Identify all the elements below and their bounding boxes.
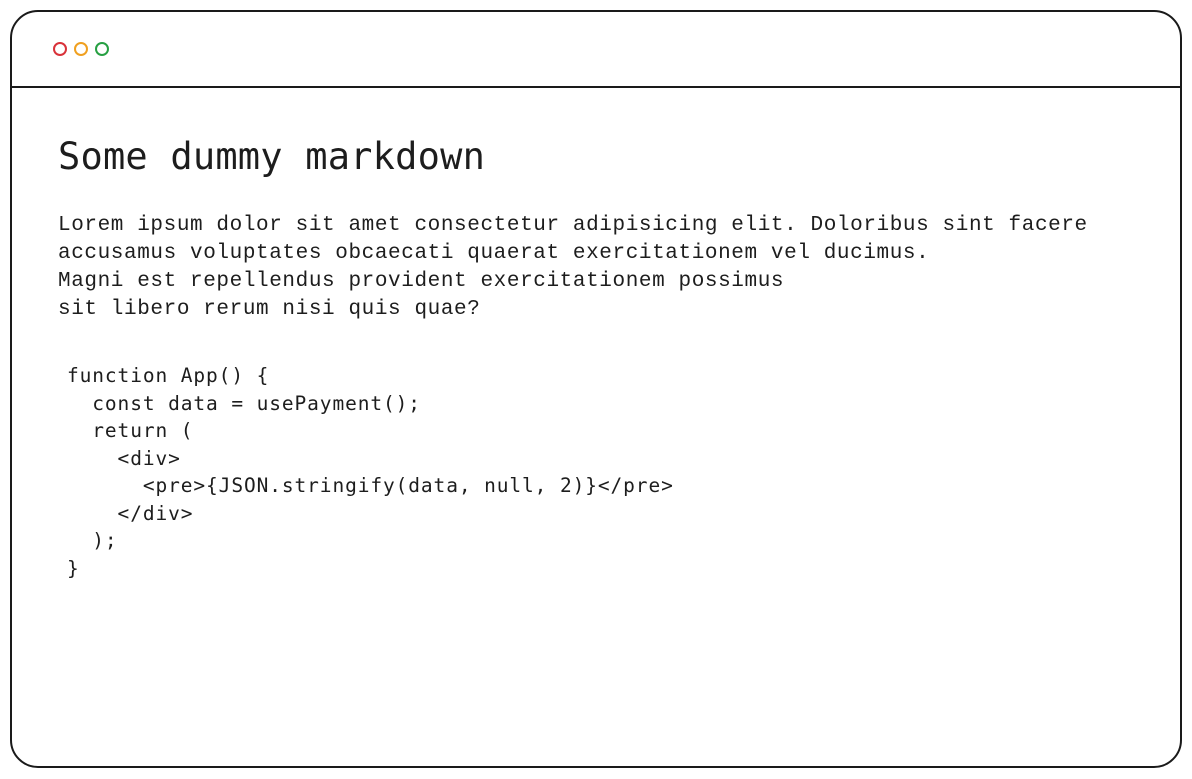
code-line: function App() { bbox=[67, 364, 270, 387]
maximize-window-button[interactable] bbox=[95, 42, 109, 56]
code-line: const data = usePayment(); bbox=[67, 391, 421, 415]
code-line: </div> bbox=[67, 501, 194, 525]
window-titlebar bbox=[12, 12, 1180, 88]
window-controls bbox=[53, 42, 109, 56]
code-line: <div> bbox=[67, 446, 181, 470]
page-title: Some dummy markdown bbox=[58, 135, 486, 178]
close-window-button[interactable] bbox=[53, 42, 67, 56]
paragraph-line: accusamus voluptates obcaecati quaerat e… bbox=[58, 242, 930, 265]
code-block: function App() { const data = usePayment… bbox=[67, 362, 1150, 582]
markdown-content: Some dummy markdown Lorem ipsum dolor si… bbox=[58, 132, 1150, 582]
app-window: Some dummy markdown Lorem ipsum dolor si… bbox=[10, 10, 1182, 768]
paragraph: Lorem ipsum dolor sit amet consectetur a… bbox=[58, 212, 1150, 324]
code-line: return ( bbox=[67, 419, 194, 442]
code-line: } bbox=[67, 556, 80, 580]
code-line: ); bbox=[67, 529, 118, 552]
paragraph-line: Magni est repellendus provident exercita… bbox=[58, 270, 785, 293]
paragraph-line: sit libero rerum nisi quis quae? bbox=[58, 298, 481, 321]
paragraph-line: Lorem ipsum dolor sit amet consectetur a… bbox=[58, 214, 1088, 237]
minimize-window-button[interactable] bbox=[74, 42, 88, 56]
code-line: <pre>{JSON.stringify(data, null, 2)}</pr… bbox=[67, 474, 674, 497]
